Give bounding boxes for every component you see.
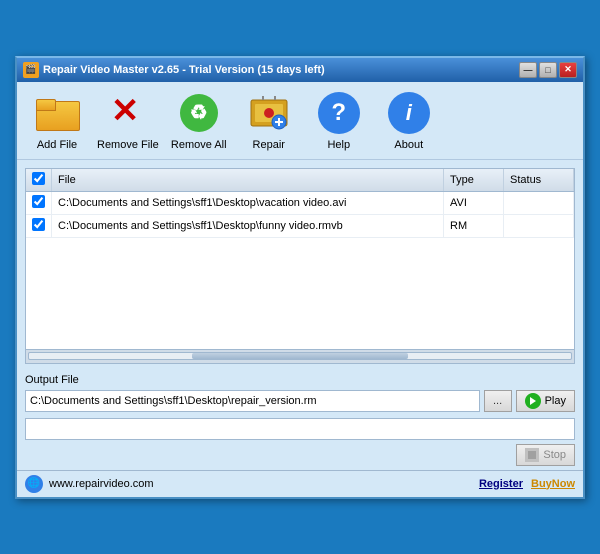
row2-type: RM (444, 214, 504, 237)
about-label: About (394, 139, 423, 151)
select-all-checkbox[interactable] (32, 172, 45, 185)
row1-status (504, 191, 574, 214)
play-icon (525, 393, 541, 409)
folder-icon (36, 95, 78, 131)
table-row: C:\Documents and Settings\sff1\Desktop\f… (26, 214, 574, 237)
add-file-icon (34, 90, 80, 136)
play-button[interactable]: Play (516, 390, 575, 412)
recycle-icon: ♻ (178, 94, 220, 132)
x-icon (107, 94, 149, 132)
about-icon: i (386, 90, 432, 136)
remove-file-icon (105, 90, 151, 136)
repair-label: Repair (253, 139, 285, 151)
app-icon: 🎬 (23, 62, 39, 78)
question-icon: ? (318, 92, 360, 134)
play-label: Play (545, 395, 566, 407)
col-header-check (26, 169, 52, 192)
title-bar: 🎬 Repair Video Master v2.65 - Trial Vers… (17, 58, 583, 82)
col-header-file: File (52, 169, 444, 192)
help-button[interactable]: ? Help (309, 90, 369, 151)
row2-check (26, 214, 52, 237)
help-icon: ? (316, 90, 362, 136)
output-path-input[interactable] (25, 390, 480, 412)
row1-type: AVI (444, 191, 504, 214)
add-file-button[interactable]: Add File (27, 90, 87, 151)
remove-all-label: Remove All (171, 139, 227, 151)
title-buttons: — □ ✕ (519, 62, 577, 78)
main-window: 🎬 Repair Video Master v2.65 - Trial Vers… (15, 56, 585, 499)
output-panel: Output File ... Play (25, 372, 575, 412)
help-label: Help (327, 139, 350, 151)
file-table: File Type Status C:\Documents and Settin… (26, 169, 574, 238)
stop-button[interactable]: Stop (516, 444, 575, 466)
stop-icon (525, 448, 539, 462)
col-header-type: Type (444, 169, 504, 192)
stop-label: Stop (543, 449, 566, 461)
status-right: Register BuyNow (479, 478, 575, 490)
scrollbar-track (28, 352, 572, 360)
file-table-scroll: File Type Status C:\Documents and Settin… (26, 169, 574, 349)
remove-file-label: Remove File (97, 139, 159, 151)
scrollbar-thumb (192, 353, 409, 359)
title-bar-left: 🎬 Repair Video Master v2.65 - Trial Vers… (23, 62, 325, 78)
status-bar: 🌐 www.repairvideo.com Register BuyNow (17, 470, 583, 497)
row2-file: C:\Documents and Settings\sff1\Desktop\f… (52, 214, 444, 237)
row1-file: C:\Documents and Settings\sff1\Desktop\v… (52, 191, 444, 214)
repair-icon (246, 90, 292, 136)
repair-svg-icon (249, 94, 289, 132)
maximize-button[interactable]: □ (539, 62, 557, 78)
minimize-button[interactable]: — (519, 62, 537, 78)
remove-all-icon: ♻ (176, 90, 222, 136)
buynow-button[interactable]: BuyNow (531, 478, 575, 490)
row2-status (504, 214, 574, 237)
window-title: Repair Video Master v2.65 - Trial Versio… (43, 64, 325, 76)
repair-button[interactable]: Repair (239, 90, 299, 151)
file-list-area: File Type Status C:\Documents and Settin… (25, 168, 575, 364)
progress-bar (25, 418, 575, 440)
col-header-status: Status (504, 169, 574, 192)
horizontal-scrollbar[interactable] (26, 349, 574, 363)
remove-file-button[interactable]: Remove File (97, 90, 159, 151)
info-icon: i (388, 92, 430, 134)
table-row: C:\Documents and Settings\sff1\Desktop\v… (26, 191, 574, 214)
add-file-label: Add File (37, 139, 77, 151)
browse-button[interactable]: ... (484, 390, 512, 412)
stop-row: Stop (25, 444, 575, 466)
close-button[interactable]: ✕ (559, 62, 577, 78)
register-button[interactable]: Register (479, 478, 523, 490)
about-button[interactable]: i About (379, 90, 439, 151)
toolbar: Add File Remove File ♻ Remove All (17, 82, 583, 160)
remove-all-button[interactable]: ♻ Remove All (169, 90, 229, 151)
status-left: 🌐 www.repairvideo.com (25, 475, 154, 493)
row2-checkbox[interactable] (32, 218, 45, 231)
website-url: www.repairvideo.com (49, 478, 154, 490)
row1-check (26, 191, 52, 214)
output-file-label: Output File (25, 372, 575, 388)
play-triangle (530, 397, 536, 405)
output-row: ... Play (25, 390, 575, 412)
row1-checkbox[interactable] (32, 195, 45, 208)
globe-icon: 🌐 (25, 475, 43, 493)
